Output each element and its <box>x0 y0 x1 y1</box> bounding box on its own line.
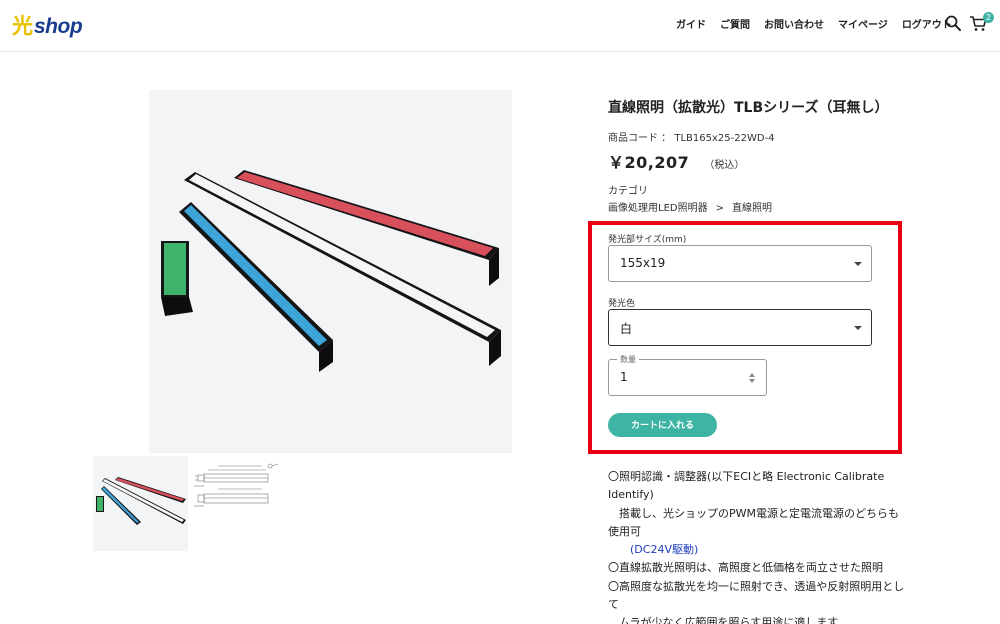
nav-faq[interactable]: ご質問 <box>720 16 750 31</box>
thumbnail-led-bars <box>96 477 186 525</box>
quantity-label: 数量 <box>617 354 639 365</box>
category-breadcrumb: 画像処理用LED照明器 > 直線照明 <box>608 199 772 214</box>
product-code-label: 商品コード ： <box>608 133 672 144</box>
size-select[interactable]: 155x19 <box>608 245 872 282</box>
price-row: ￥20,207 （税込） <box>608 149 744 173</box>
description-voltage: (DC24V駆動) <box>630 543 699 557</box>
size-label: 発光部サイズ(mm) <box>608 235 687 245</box>
description-line: 〇照明認識・調整器(以下ECIと略 Electronic Calibrate I… <box>608 470 885 502</box>
product-description: 〇照明認識・調整器(以下ECIと略 Electronic Calibrate I… <box>608 468 908 624</box>
product-price: ￥20,207 <box>608 153 690 172</box>
chevron-down-icon <box>854 326 862 330</box>
search-icon[interactable] <box>944 14 962 32</box>
description-line: 〇直線拡散光照明は、高照度と低価格を両立させた照明 <box>608 561 883 575</box>
tax-note: （税込） <box>704 160 745 171</box>
chevron-down-icon <box>854 262 862 266</box>
nav-guide[interactable]: ガイド <box>676 16 706 31</box>
led-bars-illustration <box>161 170 501 372</box>
product-main-image[interactable] <box>149 90 512 453</box>
size-select-value: 155x19 <box>620 256 666 270</box>
main-nav: ガイド ご質問 お問い合わせ マイページ ログアウト <box>676 16 966 31</box>
color-label: 発光色 <box>608 299 636 309</box>
description-line: ムラが少なく広範囲を照らす用途に適します <box>608 616 839 624</box>
product-thumbnail[interactable] <box>93 456 188 551</box>
product-title: 直線照明（拡散光）TLBシリーズ（耳無し） <box>608 100 889 116</box>
site-header: 光 shop ガイド ご質問 お問い合わせ マイページ ログアウト 2 <box>0 0 1000 52</box>
product-code: TLB165x25-22WD-4 <box>674 133 775 144</box>
nav-mypage[interactable]: マイページ <box>838 16 888 31</box>
cart-count-badge: 2 <box>983 12 994 23</box>
add-to-cart-button[interactable]: カートに入れる <box>608 413 717 437</box>
description-line: 搭載し、光ショップのPWM電源と定電流電源のどちらも使用可 <box>608 506 899 538</box>
color-select-value: 白 <box>620 322 633 336</box>
category-link-parent[interactable]: 画像処理用LED照明器 <box>608 203 708 214</box>
quantity-value: 1 <box>620 370 628 384</box>
logo-text: shop <box>34 15 83 38</box>
product-code-row: 商品コード ： TLB165x25-22WD-4 <box>608 129 775 144</box>
quantity-field[interactable]: 数量 1 <box>608 354 767 396</box>
category-label: カテゴリ <box>608 186 648 197</box>
logo-kanji: 光 <box>12 13 33 38</box>
category-separator: > <box>715 203 724 214</box>
quantity-stepper-icon[interactable] <box>748 372 756 384</box>
color-select[interactable]: 白 <box>608 309 872 346</box>
description-line: 〇高照度な拡散光を均一に照射でき、透過や反射照明用として <box>608 579 905 612</box>
product-drawing-thumbnail[interactable] <box>190 456 285 551</box>
category-link-child[interactable]: 直線照明 <box>732 203 772 214</box>
technical-drawing <box>194 463 279 507</box>
nav-contact[interactable]: お問い合わせ <box>764 16 824 31</box>
site-logo[interactable]: 光 shop <box>12 10 83 38</box>
